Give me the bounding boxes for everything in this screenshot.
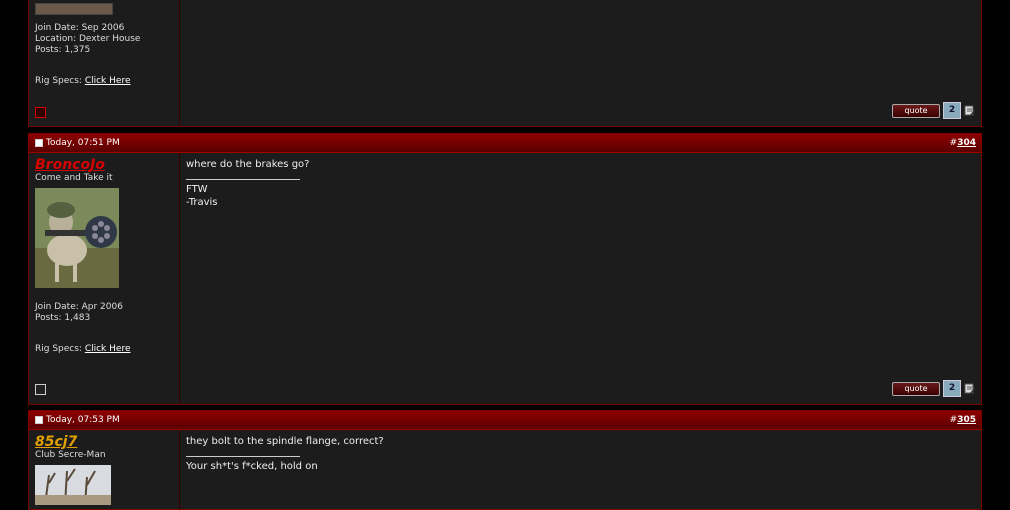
signature-line-2: -Travis	[186, 197, 218, 208]
post-count: Posts: 1,483	[35, 313, 91, 323]
post-icon	[35, 139, 43, 147]
quote-button[interactable]: quote	[892, 103, 940, 118]
post-number: #304	[950, 138, 976, 148]
username-link[interactable]: 85cj7	[35, 434, 173, 450]
post-icon	[35, 416, 43, 424]
rig-specs-label: Rig Specs:	[35, 344, 85, 354]
user-title: Come and Take it	[35, 173, 113, 183]
post-date: Today, 07:51 PM	[46, 138, 120, 148]
post-number-link[interactable]: 304	[957, 138, 976, 148]
post-304: Today, 07:51 PM #304 BroncoJo Come and T…	[28, 133, 982, 405]
user-info-panel: 85cj7 Club Secre-Man	[29, 430, 180, 510]
username-link[interactable]: BroncoJo	[35, 157, 173, 173]
post-header: Today, 07:51 PM #304	[29, 134, 981, 153]
multiquote-button[interactable]: 2	[943, 380, 961, 397]
signature-line-1: FTW	[186, 184, 208, 195]
user-info-panel: BroncoJo Come and Take it Join Date: Apr…	[29, 153, 180, 404]
signature-line-1: Your sh*t's f*cked, hold on	[186, 461, 318, 472]
avatar[interactable]	[35, 188, 119, 288]
post-count: Posts: 1,375	[35, 45, 91, 55]
post-message: where do the brakes go? FTW -Travis quot…	[180, 153, 981, 404]
signature-divider	[186, 456, 300, 457]
post-message: quote 2	[180, 0, 981, 126]
rig-specs-label: Rig Specs:	[35, 76, 85, 86]
rig-specs: Rig Specs: Click Here	[35, 344, 173, 355]
avatar	[35, 3, 113, 15]
message-text: where do the brakes go?	[186, 159, 310, 170]
join-date: Join Date: Apr 2006	[35, 302, 123, 312]
quick-reply-icon[interactable]	[964, 383, 975, 394]
rig-specs-link[interactable]: Click Here	[85, 76, 131, 86]
post-number: #305	[950, 415, 976, 425]
user-info-panel: Join Date: Sep 2006 Location: Dexter Hou…	[29, 0, 180, 126]
quote-button[interactable]: quote	[892, 381, 940, 396]
post-header: Today, 07:53 PM #305	[29, 411, 981, 430]
avatar[interactable]	[35, 465, 111, 505]
post-305: Today, 07:53 PM #305 85cj7 Club Secre-Ma…	[28, 410, 982, 510]
location: Location: Dexter House	[35, 34, 141, 44]
post-message: they bolt to the spindle flange, correct…	[180, 430, 981, 510]
post-number-link[interactable]: 305	[957, 415, 976, 425]
rig-specs: Rig Specs: Click Here	[35, 76, 173, 87]
post-previous: Join Date: Sep 2006 Location: Dexter Hou…	[28, 0, 982, 127]
signature-divider	[186, 179, 300, 180]
user-title: Club Secre-Man	[35, 450, 106, 460]
multiquote-button[interactable]: 2	[943, 102, 961, 119]
offline-status-icon	[35, 107, 46, 118]
offline-status-icon	[35, 384, 46, 395]
quick-reply-icon[interactable]	[964, 105, 975, 116]
join-date: Join Date: Sep 2006	[35, 23, 125, 33]
post-date: Today, 07:53 PM	[46, 415, 120, 425]
rig-specs-link[interactable]: Click Here	[85, 344, 131, 354]
message-text: they bolt to the spindle flange, correct…	[186, 436, 384, 447]
